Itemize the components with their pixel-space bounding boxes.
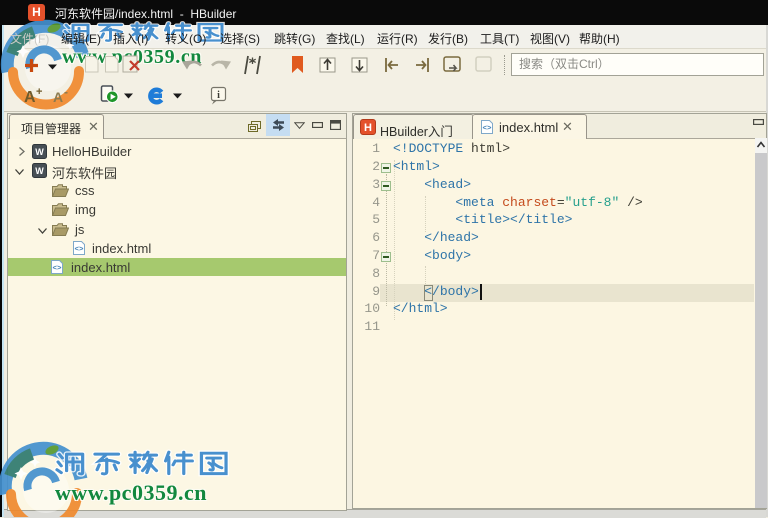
svg-text:+: + — [36, 86, 42, 98]
svg-text:W: W — [35, 166, 44, 176]
svg-text:<>: <> — [52, 265, 62, 273]
svg-text:<>: <> — [74, 246, 84, 254]
svg-text:<>: <> — [482, 125, 492, 133]
svg-text:A: A — [53, 89, 63, 105]
svg-text:H: H — [364, 122, 372, 134]
svg-text:W: W — [35, 147, 44, 157]
svg-text:-: - — [64, 85, 68, 99]
svg-text:i: i — [217, 90, 220, 101]
svg-text:A: A — [24, 89, 36, 106]
